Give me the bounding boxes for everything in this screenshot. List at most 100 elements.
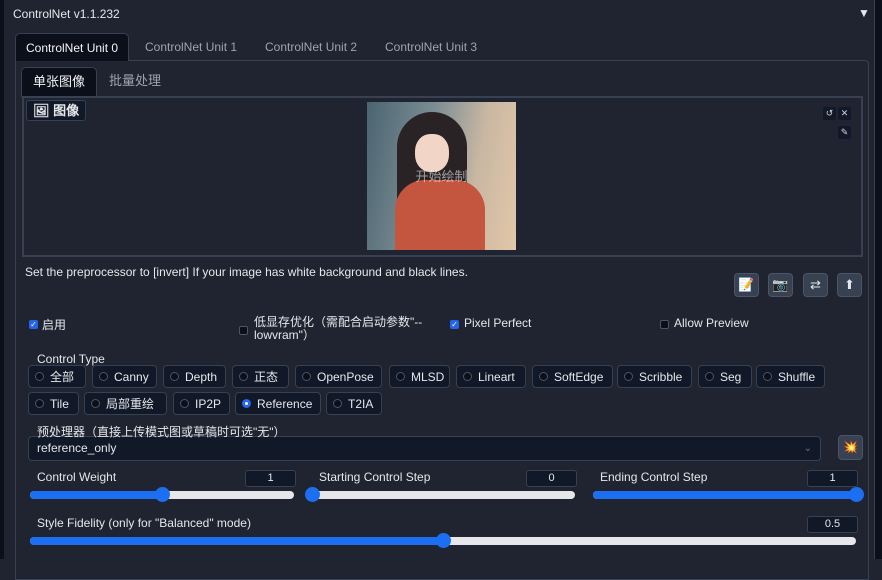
radio-icon bbox=[91, 399, 100, 408]
explosion-icon: 💥 bbox=[843, 440, 858, 454]
slider-thumb[interactable] bbox=[155, 487, 170, 502]
slider-thumb[interactable] bbox=[305, 487, 320, 502]
control-type-option[interactable]: OpenPose bbox=[295, 365, 382, 388]
option-label: OpenPose bbox=[317, 369, 374, 384]
control-type-option[interactable]: Canny bbox=[92, 365, 157, 388]
slider-number-input[interactable]: 1 bbox=[807, 470, 858, 487]
image-kimono bbox=[395, 180, 485, 250]
chevron-down-icon: ⌄ bbox=[803, 443, 812, 454]
option-label: Shuffle bbox=[778, 369, 816, 384]
control-type-label: Control Type bbox=[37, 352, 105, 366]
control-type-option[interactable]: T2IA bbox=[326, 392, 382, 415]
slider-number-input[interactable]: 1 bbox=[245, 470, 296, 487]
slider-label: Ending Control Step bbox=[600, 470, 708, 484]
control-type-option[interactable]: MLSD bbox=[389, 365, 450, 388]
tab-batch[interactable]: 批量处理 bbox=[98, 67, 172, 97]
option-label: SoftEdge bbox=[554, 369, 604, 384]
tab-unit-0[interactable]: ControlNet Unit 0 bbox=[15, 33, 130, 61]
option-label: IP2P bbox=[195, 396, 222, 411]
radio-icon bbox=[99, 372, 108, 381]
option-label: 局部重绘 bbox=[106, 397, 155, 411]
control-type-option[interactable]: Seg bbox=[698, 365, 752, 388]
option-label: T2IA bbox=[348, 396, 374, 411]
slider-label: Control Weight bbox=[37, 470, 117, 484]
lowvram-checkbox[interactable] bbox=[239, 326, 248, 335]
control-type-option[interactable]: 局部重绘 bbox=[84, 392, 167, 415]
enable-checkbox[interactable]: ✓ bbox=[29, 320, 38, 329]
option-label: Lineart bbox=[478, 369, 515, 384]
slider-track[interactable] bbox=[30, 487, 294, 502]
slider-track[interactable] bbox=[593, 487, 864, 502]
uploaded-image[interactable]: 开始绘制 bbox=[367, 102, 516, 250]
allow-preview-checkbox[interactable] bbox=[660, 320, 669, 329]
slider-fill bbox=[30, 537, 443, 545]
tab-single-image[interactable]: 单张图像 bbox=[21, 67, 98, 97]
enable-label: 启用 bbox=[42, 318, 67, 332]
new-canvas-button[interactable]: 📝 bbox=[734, 273, 759, 297]
send-dimensions-button[interactable]: ⬆ bbox=[837, 273, 862, 297]
slider-thumb[interactable] bbox=[849, 487, 864, 502]
tab-unit-2[interactable]: ControlNet Unit 2 bbox=[255, 33, 367, 61]
pixel-perfect-label: Pixel Perfect bbox=[464, 316, 532, 330]
radio-icon bbox=[35, 372, 44, 381]
radio-icon bbox=[239, 372, 248, 381]
control-type-option[interactable]: SoftEdge bbox=[532, 365, 613, 388]
notepad-icon: 📝 bbox=[738, 277, 755, 292]
control-type-option[interactable]: IP2P bbox=[173, 392, 230, 415]
option-label: MLSD bbox=[411, 369, 445, 384]
option-label: Canny bbox=[114, 369, 149, 384]
slider-track[interactable] bbox=[305, 487, 575, 502]
image-label-text: 图像 bbox=[53, 103, 80, 118]
page-edge bbox=[0, 0, 4, 559]
option-label: Tile bbox=[50, 396, 69, 411]
collapse-icon[interactable]: ▼ bbox=[858, 6, 870, 20]
pixel-perfect-checkbox[interactable]: ✓ bbox=[450, 320, 459, 329]
control-type-option[interactable]: Reference bbox=[235, 392, 321, 415]
radio-icon bbox=[624, 372, 633, 381]
image-icon: 🖼 bbox=[33, 103, 50, 118]
close-icon[interactable]: ✕ bbox=[838, 107, 851, 120]
radio-icon bbox=[463, 372, 472, 381]
webcam-button[interactable]: 📷 bbox=[768, 273, 793, 297]
option-label: Seg bbox=[720, 369, 742, 384]
control-type-option[interactable]: Scribble bbox=[617, 365, 692, 388]
slider-label: Style Fidelity (only for "Balanced" mode… bbox=[37, 516, 251, 530]
run-preprocessor-button[interactable]: 💥 bbox=[838, 435, 863, 460]
slider-fill bbox=[593, 491, 856, 499]
radio-icon bbox=[302, 372, 311, 381]
slider-fill bbox=[30, 491, 162, 499]
slider-number-input[interactable]: 0 bbox=[526, 470, 577, 487]
option-label: 正态 bbox=[254, 370, 279, 384]
radio-icon bbox=[396, 372, 405, 381]
scrollbar[interactable] bbox=[874, 0, 882, 559]
panel-title: ControlNet v1.1.232 bbox=[13, 7, 120, 21]
option-label: Reference bbox=[257, 396, 313, 411]
slider-track[interactable] bbox=[30, 533, 856, 548]
mirror-button[interactable]: ⇄ bbox=[803, 273, 828, 297]
option-label: Depth bbox=[185, 369, 218, 384]
control-type-option[interactable]: 正态 bbox=[232, 365, 289, 388]
lowvram-label: 低显存优化（需配合启动参数"--lowvram"） bbox=[254, 315, 423, 342]
control-type-option[interactable]: Depth bbox=[163, 365, 226, 388]
control-type-option[interactable]: Shuffle bbox=[756, 365, 825, 388]
control-type-option[interactable]: Tile bbox=[28, 392, 79, 415]
slider-number-input[interactable]: 0.5 bbox=[807, 516, 858, 533]
radio-icon bbox=[333, 399, 342, 408]
tab-unit-3[interactable]: ControlNet Unit 3 bbox=[375, 33, 487, 61]
option-label: 全部 bbox=[50, 370, 75, 384]
slider-thumb[interactable] bbox=[436, 533, 451, 548]
image-overlay-text: 开始绘制 bbox=[415, 169, 468, 184]
swap-icon: ⇄ bbox=[810, 277, 821, 292]
camera-icon: 📷 bbox=[772, 277, 789, 292]
option-label: Scribble bbox=[639, 369, 683, 384]
control-type-option[interactable]: 全部 bbox=[28, 365, 86, 388]
brush-icon[interactable]: ✎ bbox=[838, 126, 851, 139]
radio-icon bbox=[170, 372, 179, 381]
radio-icon bbox=[539, 372, 548, 381]
control-type-option[interactable]: Lineart bbox=[456, 365, 526, 388]
undo-icon[interactable]: ↺ bbox=[823, 107, 836, 120]
tab-unit-1[interactable]: ControlNet Unit 1 bbox=[135, 33, 247, 61]
radio-icon bbox=[763, 372, 772, 381]
hint-text: Set the preprocessor to [invert] If your… bbox=[25, 265, 468, 279]
preprocessor-value: reference_only bbox=[37, 441, 117, 455]
